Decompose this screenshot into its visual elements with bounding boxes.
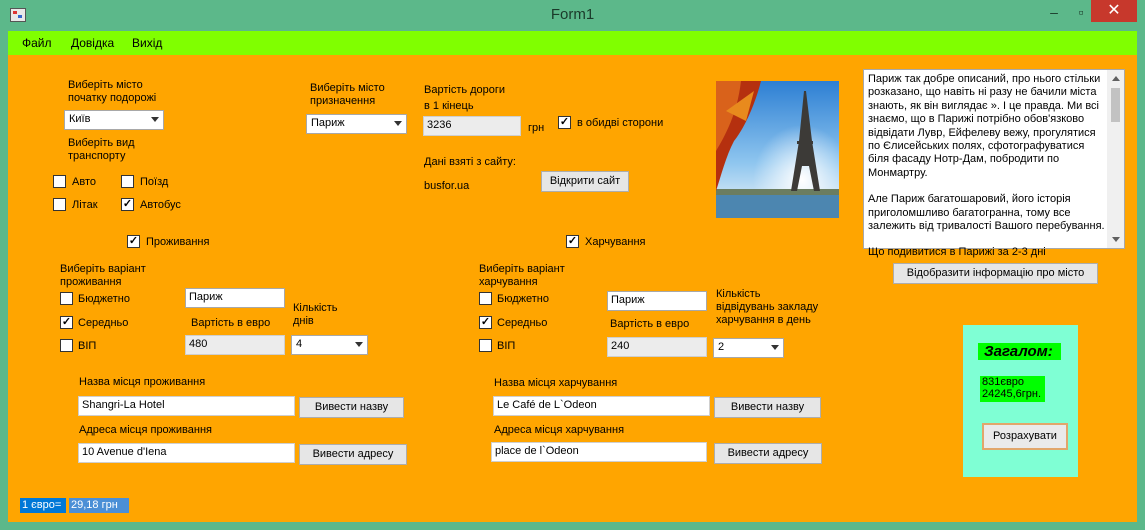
both-ways-label: в обидві сторони <box>577 117 664 129</box>
car-label: Авто <box>72 176 96 188</box>
chevron-down-icon <box>771 345 779 350</box>
total-uah: 24245,6грн. <box>982 388 1042 400</box>
acc-budget-label: Бюджетно <box>78 293 130 305</box>
acc-name-field[interactable]: Shangri-La Hotel <box>78 396 295 416</box>
accommodation-checkbox[interactable]: ✓ <box>127 235 140 248</box>
food-show-address-button[interactable]: Вивести адресу <box>714 443 822 464</box>
food-checkbox[interactable]: ✓ <box>566 235 579 248</box>
show-city-info-button[interactable]: Відобразити інформацію про місто <box>893 263 1098 284</box>
accommodation-toggle-label: Проживання <box>146 236 210 248</box>
start-city-select[interactable]: Київ <box>64 110 164 130</box>
city-info-paragraph: Що подивитися в Парижі за 2-3 дні <box>868 246 1046 259</box>
train-checkbox[interactable] <box>121 175 134 188</box>
road-cost-label: Вартість дороги в 1 кінець <box>424 84 506 112</box>
acc-vip-label: ВІП <box>78 340 97 352</box>
food-show-name-button[interactable]: Вивести назву <box>714 397 821 418</box>
food-name-label: Назва місця харчування <box>494 377 618 389</box>
acc-cost-label: Вартість в евро <box>191 317 271 329</box>
city-info-scrollbar[interactable] <box>1107 70 1124 248</box>
days-label: Кількість днів <box>293 302 338 327</box>
food-medium-label: Середньо <box>497 317 548 329</box>
acc-city-field[interactable]: Париж <box>185 288 285 308</box>
menu-bar <box>8 31 1137 55</box>
acc-name-label: Назва місця проживання <box>79 376 206 388</box>
calculate-button[interactable]: Розрахувати <box>982 423 1068 450</box>
food-budget-label: Бюджетно <box>497 293 549 305</box>
total-title: Загалом: <box>978 343 1061 360</box>
food-city-field[interactable]: Париж <box>607 291 707 311</box>
rate-label: 1 євро= <box>20 498 66 513</box>
acc-medium-label: Середньо <box>78 317 129 329</box>
scroll-down-icon[interactable] <box>1112 237 1120 242</box>
food-vip-label: ВІП <box>497 340 516 352</box>
menu-file[interactable]: Файл <box>22 36 52 50</box>
food-toggle-label: Харчування <box>585 236 646 248</box>
chevron-down-icon <box>151 117 159 122</box>
food-address-field[interactable]: place de l`Odeon <box>491 442 707 462</box>
plane-label: Літак <box>72 199 98 211</box>
scroll-thumb[interactable] <box>1111 88 1120 122</box>
chevron-down-icon <box>355 342 363 347</box>
rate-value: 29,18 грн <box>69 498 129 513</box>
visits-label: Кількість відвідувань закладу харчування в… <box>716 288 819 326</box>
food-budget-checkbox[interactable] <box>479 292 492 305</box>
bus-checkbox[interactable]: ✓ <box>121 198 134 211</box>
currency-label: грн <box>528 122 545 134</box>
train-label: Поїзд <box>140 176 169 188</box>
food-variant-label: Виберіть варіант харчування <box>479 263 565 288</box>
city-info-textbox[interactable]: Париж так добре описаний, про нього стіл… <box>863 69 1125 258</box>
acc-address-label: Адреса місця проживання <box>79 424 212 436</box>
plane-checkbox[interactable] <box>53 198 66 211</box>
food-name-field[interactable]: Le Café de L`Odeon <box>493 396 710 416</box>
maximize-button[interactable]: ▫ <box>1071 2 1091 22</box>
visits-select[interactable]: 2 <box>713 338 784 358</box>
source-site-text: busfor.ua <box>424 180 470 192</box>
food-address-label: Адреса місця харчування <box>494 424 625 436</box>
destination-city-select[interactable]: Париж <box>306 114 407 134</box>
city-info-paragraph: Але Париж багатошаровий, його історія пр… <box>868 193 1105 233</box>
road-cost-field[interactable]: 3236 <box>423 116 521 136</box>
start-city-label: Виберіть місто початку подорожі <box>68 79 157 104</box>
source-label: Дані взяті з сайту: <box>424 156 516 168</box>
bus-label: Автобус <box>140 199 181 211</box>
acc-cost-field[interactable]: 480 <box>185 335 285 355</box>
acc-vip-checkbox[interactable] <box>60 339 73 352</box>
chevron-down-icon <box>394 121 402 126</box>
food-cost-field[interactable]: 240 <box>607 337 707 357</box>
food-cost-label: Вартість в евро <box>610 318 690 330</box>
close-button[interactable]: ✕ <box>1091 0 1137 22</box>
menu-help[interactable]: Довідка <box>71 36 114 50</box>
car-checkbox[interactable] <box>53 175 66 188</box>
minimize-button[interactable]: – <box>1044 2 1064 22</box>
accommodation-variant-label: Виберіть варіант проживання <box>60 263 146 288</box>
food-vip-checkbox[interactable] <box>479 339 492 352</box>
acc-medium-checkbox[interactable]: ✓ <box>60 316 73 329</box>
both-ways-checkbox[interactable]: ✓ <box>558 116 571 129</box>
menu-exit[interactable]: Вихід <box>132 36 162 50</box>
food-medium-checkbox[interactable]: ✓ <box>479 316 492 329</box>
scroll-up-icon[interactable] <box>1112 76 1120 81</box>
total-sum: 831євро 24245,6грн. <box>980 376 1045 402</box>
acc-show-name-button[interactable]: Вивести назву <box>299 397 404 418</box>
window-title: Form1 <box>550 6 595 23</box>
acc-address-field[interactable]: 10 Avenue d'Iena <box>78 443 295 463</box>
acc-budget-checkbox[interactable] <box>60 292 73 305</box>
city-photo <box>716 81 839 218</box>
destination-label: Виберіть місто призначення <box>310 82 385 107</box>
days-select[interactable]: 4 <box>291 335 368 355</box>
open-site-button[interactable]: Відкрити сайт <box>541 171 629 192</box>
total-euro: 831євро <box>982 376 1025 388</box>
acc-show-address-button[interactable]: Вивести адресу <box>299 444 407 465</box>
city-info-paragraph: Париж так добре описаний, про нього стіл… <box>868 73 1101 179</box>
transport-label: Виберіть вид транспорту <box>68 137 135 162</box>
